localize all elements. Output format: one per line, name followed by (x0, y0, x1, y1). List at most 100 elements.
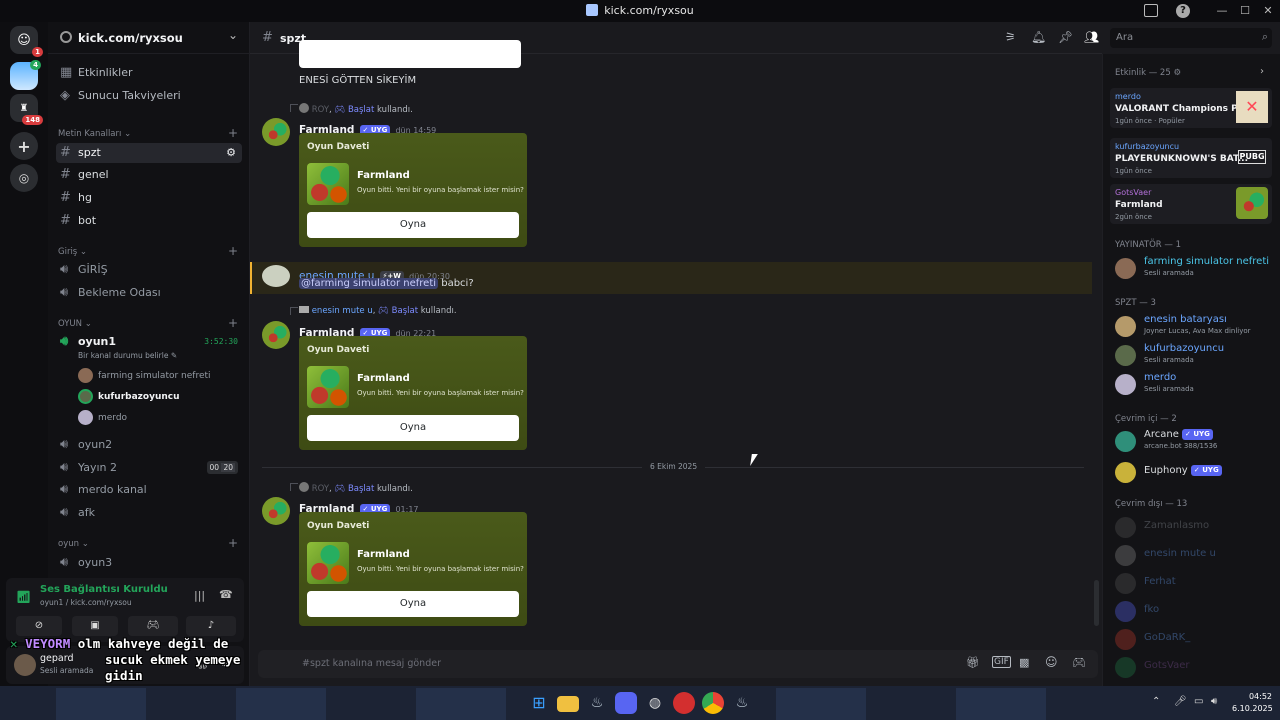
farmland-icon (1236, 187, 1268, 219)
voice-user[interactable]: kufurbazoyuncu (78, 388, 180, 406)
taskbar-window-thumbnail (56, 688, 146, 720)
threads-icon[interactable]: ⚞ (1005, 30, 1016, 44)
speaker-icon: 🔊︎ (60, 505, 69, 520)
server-icon[interactable]: 4 (10, 60, 41, 90)
username[interactable]: gepard (40, 653, 74, 664)
channel-hg[interactable]: # hg (56, 188, 242, 208)
avatar[interactable] (14, 654, 36, 676)
signal-icon[interactable]: 📶︎ (16, 590, 31, 604)
add-channel-icon[interactable]: + (228, 126, 238, 140)
hashtag-icon: # (60, 145, 71, 160)
guild-header[interactable]: kick.com/ryxsou (48, 22, 250, 54)
user-mention[interactable]: @farming simulator nefreti (299, 278, 439, 289)
activity-button[interactable]: 🎮︎ (128, 616, 178, 636)
discord-taskbar-icon[interactable] (615, 692, 637, 714)
add-channel-icon[interactable]: + (228, 316, 238, 330)
voice-user[interactable]: farming simulator nefreti (78, 367, 211, 385)
clock[interactable]: 04:52 6.10.2025 (1232, 692, 1273, 713)
play-button[interactable]: Oyna (307, 212, 519, 238)
add-server-icon[interactable]: + (10, 132, 38, 160)
category-giris[interactable]: Giriş ⌄ (58, 247, 87, 257)
voice-status-sub[interactable]: oyun1 / kick.com/ryxsou (40, 598, 132, 607)
avatar[interactable] (262, 497, 290, 525)
voice-channel-bekleme[interactable]: 🔊︎ Bekleme Odası (56, 283, 242, 303)
apps-icon[interactable]: 🎮︎ (1072, 656, 1086, 669)
pin-icon[interactable]: 📌︎ (1058, 30, 1073, 44)
network-icon[interactable]: ▭ (1194, 696, 1203, 707)
app-icon[interactable]: ◍ (644, 692, 666, 714)
close-button[interactable]: ✕ (1256, 0, 1280, 22)
inbox-icon[interactable] (1144, 4, 1158, 17)
server-folder-icon[interactable]: ♜ 148 (10, 94, 43, 125)
avatar (1115, 316, 1136, 337)
message-input[interactable]: #spzt kanalına mesaj gönder (302, 658, 441, 669)
voice-channel-oyun3[interactable]: 🔊︎ oyun3 (56, 553, 242, 573)
app-icon[interactable] (673, 692, 695, 714)
windows-start-icon[interactable]: ⊞ (528, 692, 550, 714)
role-header: Çevrim dışı — 13 (1115, 499, 1188, 509)
category-text-channels[interactable]: Metin Kanalları ⌄ (58, 129, 131, 139)
chevron-right-icon[interactable]: › (1260, 66, 1264, 77)
avatar[interactable] (262, 265, 290, 287)
add-channel-icon[interactable]: + (228, 536, 238, 550)
avatar[interactable] (262, 118, 290, 146)
voice-channel-merdo-kanal[interactable]: 🔊︎ merdo kanal (56, 480, 242, 500)
file-explorer-icon[interactable] (557, 696, 579, 712)
microphone-icon[interactable]: 🎤︎ (1174, 696, 1187, 707)
home-discord-icon[interactable]: ☺ 1 (10, 26, 43, 57)
soundboard-button[interactable]: ♪ (186, 616, 236, 636)
hashtag-icon: # (262, 30, 273, 45)
voice-channel-yayin2[interactable]: 🔊︎ Yayın 2 00 20 (56, 458, 242, 478)
activity-card[interactable]: GotsVaer Farmland 2gün önce (1110, 184, 1272, 224)
channel-spzt[interactable]: # spzt ⚙ (56, 143, 242, 163)
add-channel-icon[interactable]: + (228, 244, 238, 258)
emoji-icon[interactable]: ☺ (1045, 655, 1058, 669)
settings-gear-icon[interactable]: ⚙ (226, 143, 236, 163)
noise-suppression-icon[interactable]: ||| (194, 589, 205, 602)
voice-user[interactable]: merdo (78, 409, 127, 427)
window-title: kick.com/ryxsou (0, 0, 1280, 22)
minimize-button[interactable]: — (1210, 0, 1234, 22)
bell-icon[interactable]: 🔔︎ (1031, 30, 1046, 44)
sticker-icon[interactable]: ▩ (1019, 656, 1029, 669)
speaker-icon: 🔊︎ (60, 262, 69, 277)
channel-genel[interactable]: # genel (56, 165, 242, 185)
maximize-button[interactable]: ☐ (1233, 0, 1257, 22)
role-header: Çevrim içi — 2 (1115, 414, 1177, 424)
channel-bot[interactable]: # bot (56, 211, 242, 231)
play-button[interactable]: Oyna (307, 591, 519, 617)
chevron-down-icon[interactable]: ⌄ (228, 28, 238, 42)
category-oyun-lower[interactable]: oyun ⌄ (58, 539, 89, 549)
gif-icon[interactable]: GIF (992, 656, 1011, 668)
member-list-icon[interactable]: 👥︎ (1084, 30, 1099, 44)
play-button-partial[interactable] (299, 40, 521, 68)
voice-channel-giris[interactable]: 🔊︎ GİRİŞ (56, 260, 242, 280)
activity-card[interactable]: kufurbazoyuncu PLAYERUNKNOWN'S BAT... 1g… (1110, 138, 1272, 178)
play-button[interactable]: Oyna (307, 415, 519, 441)
search-input[interactable]: Ara ⌕ (1110, 28, 1272, 48)
sidebar-item-events[interactable]: ▦ Etkinlikler (56, 63, 242, 83)
sidebar-item-boosts[interactable]: ◈ Sunucu Takviyeleri (56, 86, 242, 106)
tray-chevron-icon[interactable]: ⌃ (1152, 696, 1160, 707)
discover-icon[interactable]: ◎ (10, 164, 38, 192)
voice-channel-oyun2[interactable]: 🔊︎ oyun2 (56, 435, 242, 455)
voice-channel-afk[interactable]: 🔊︎ afk (56, 503, 242, 523)
voice-status-title[interactable]: Ses Bağlantısı Kuruldu (40, 584, 168, 595)
help-icon[interactable]: ? (1176, 4, 1190, 18)
taskbar-window-thumbnail (416, 688, 506, 720)
hashtag-icon: # (60, 167, 71, 182)
camera-off-button[interactable]: ⊘ (16, 616, 62, 636)
chat-scrollbar[interactable] (1094, 580, 1099, 626)
screen-share-button[interactable]: ▣ (72, 616, 118, 636)
avatar[interactable] (262, 321, 290, 349)
steam-icon[interactable]: ♨ (586, 692, 608, 714)
disconnect-icon[interactable]: ☎ (219, 588, 233, 601)
chrome-icon[interactable] (702, 692, 724, 714)
volume-icon[interactable]: 🔊︎ (1211, 696, 1217, 707)
category-oyun-upper[interactable]: OYUN ⌄ (58, 319, 92, 329)
channel-status[interactable]: Bir kanal durumu belirle ✎ (78, 351, 177, 360)
gift-icon[interactable]: 🎁︎ (966, 656, 980, 669)
activity-card[interactable]: merdo VALORANT Champions Paris 1gün önce… (1110, 88, 1272, 128)
voice-channel-oyun1[interactable]: 🔊︎ oyun1 3:52:30 (56, 332, 242, 352)
steam-icon[interactable]: ♨ (731, 692, 753, 714)
